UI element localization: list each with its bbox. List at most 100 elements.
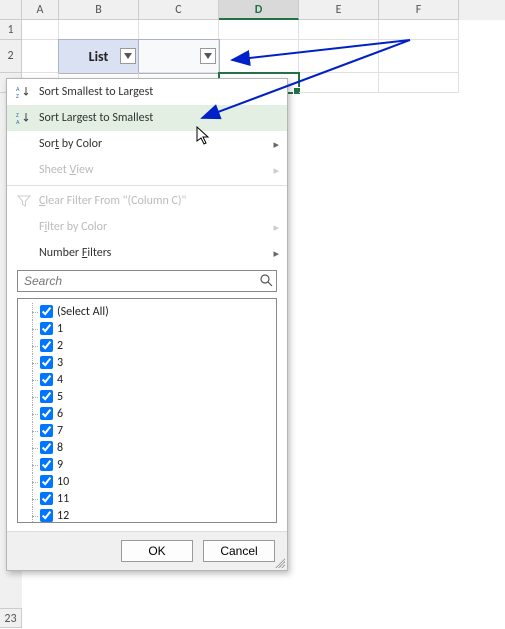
select-all-corner[interactable] (0, 0, 22, 20)
ok-button[interactable]: OK (121, 540, 193, 562)
filter-item[interactable]: 11 (24, 490, 270, 507)
filter-checkbox[interactable] (40, 322, 53, 335)
filter-item[interactable]: 4 (24, 371, 270, 388)
filter-checkbox[interactable] (40, 356, 53, 369)
search-icon (259, 273, 273, 291)
cell[interactable] (22, 40, 59, 73)
sort-ascending-label: Sort Smallest to Largest (39, 85, 279, 99)
sort-ascending[interactable]: AZ Sort Smallest to Largest (7, 79, 287, 105)
cell[interactable] (219, 40, 299, 73)
filter-search-input[interactable] (17, 270, 277, 292)
column-header[interactable]: D (219, 0, 299, 20)
sort-by-color[interactable]: Sort by Color ▸ (7, 131, 287, 157)
filter-item-label: 4 (57, 373, 63, 387)
filter-item-label: 10 (57, 475, 69, 489)
sheet-view: Sheet View ▸ (7, 157, 287, 183)
column-headers: ABCDEF (0, 0, 505, 20)
cell[interactable]: List (59, 40, 139, 73)
filter-item[interactable]: 10 (24, 473, 270, 490)
filter-by-color: Filter by Color ▸ (7, 214, 287, 240)
list-header-label: List (89, 48, 109, 65)
row-header[interactable]: 1 (0, 20, 22, 40)
cell[interactable] (22, 20, 59, 40)
cell[interactable] (379, 73, 459, 93)
column-header[interactable]: B (59, 0, 139, 20)
resize-grip[interactable] (275, 558, 285, 568)
filter-checkbox[interactable] (40, 492, 53, 505)
filter-checkbox[interactable] (40, 339, 53, 352)
filter-item[interactable]: 3 (24, 354, 270, 371)
filter-dropdown-button[interactable] (200, 48, 216, 64)
filter-item[interactable]: 6 (24, 405, 270, 422)
filter-item[interactable]: 8 (24, 439, 270, 456)
sort-descending[interactable]: ZA Sort Largest to Smallest (7, 105, 287, 131)
filter-item-label: 9 (57, 458, 63, 472)
filter-search (17, 270, 277, 292)
filter-checkbox[interactable] (40, 424, 53, 437)
column-header[interactable]: C (139, 0, 219, 20)
column-header[interactable]: E (299, 0, 379, 20)
filter-checkbox[interactable] (40, 407, 53, 420)
sort-asc-icon: AZ (13, 84, 35, 100)
cell[interactable] (139, 40, 219, 73)
filter-item[interactable]: 2 (24, 337, 270, 354)
filter-item-select-all[interactable]: (Select All) (24, 303, 270, 320)
filter-checkbox[interactable] (40, 475, 53, 488)
filter-item-label: 5 (57, 390, 63, 404)
filter-item-label: 8 (57, 441, 63, 455)
cell[interactable] (379, 40, 459, 73)
column-header[interactable]: A (22, 0, 59, 20)
menu-separator (7, 185, 287, 186)
filter-checkbox[interactable] (40, 390, 53, 403)
cell[interactable] (299, 40, 379, 73)
filter-checkbox[interactable] (40, 458, 53, 471)
cell[interactable] (299, 20, 379, 40)
cell[interactable] (299, 73, 379, 93)
submenu-arrow-icon: ▸ (269, 138, 279, 151)
filter-item-label: (Select All) (57, 305, 109, 319)
filter-item-label: 3 (57, 356, 63, 370)
clear-filter-icon (13, 193, 35, 209)
filter-item[interactable]: 9 (24, 456, 270, 473)
clear-filter-label: Clear Filter From "(Column C)" (39, 194, 279, 208)
cell[interactable] (139, 20, 219, 40)
filter-item[interactable]: 5 (24, 388, 270, 405)
number-filters-label: Number Filters (39, 246, 269, 260)
filter-item-label: 11 (57, 492, 69, 506)
submenu-arrow-icon: ▸ (269, 247, 279, 260)
svg-text:A: A (16, 118, 20, 126)
filter-dropdown-button[interactable] (120, 48, 136, 64)
sort-desc-icon: ZA (13, 110, 35, 126)
filter-checkbox[interactable] (40, 373, 53, 386)
filter-checkbox[interactable] (40, 305, 53, 318)
filter-checkbox[interactable] (40, 441, 53, 454)
filter-checkbox[interactable] (40, 509, 53, 522)
filter-by-color-label: Filter by Color (39, 220, 269, 234)
dialog-buttons: OK Cancel (7, 531, 287, 570)
filter-item-label: 6 (57, 407, 63, 421)
row-header[interactable]: 2 (0, 40, 22, 73)
row-header[interactable]: 23 (0, 608, 22, 628)
number-filters[interactable]: Number Filters ▸ (7, 240, 287, 266)
cell[interactable] (59, 20, 139, 40)
cancel-button[interactable]: Cancel (203, 540, 275, 562)
filter-values-list[interactable]: (Select All) 123456789101112 (17, 298, 277, 523)
sort-descending-label: Sort Largest to Smallest (39, 111, 279, 125)
filter-item[interactable]: 1 (24, 320, 270, 337)
filter-item-label: 2 (57, 339, 63, 353)
submenu-arrow-icon: ▸ (269, 164, 279, 177)
filter-item[interactable]: 7 (24, 422, 270, 439)
cell[interactable] (379, 20, 459, 40)
sheet-view-label: Sheet View (39, 163, 269, 177)
column-header[interactable]: F (379, 0, 459, 20)
clear-filter: Clear Filter From "(Column C)" (7, 188, 287, 214)
sort-by-color-label: Sort by Color (39, 137, 269, 151)
filter-item-label: 1 (57, 322, 63, 336)
filter-item[interactable]: 12 (24, 507, 270, 523)
filter-item-label: 12 (57, 509, 69, 523)
filter-dropdown: AZ Sort Smallest to Largest ZA Sort Larg… (6, 78, 288, 571)
filter-item-label: 7 (57, 424, 63, 438)
submenu-arrow-icon: ▸ (269, 221, 279, 234)
svg-text:Z: Z (16, 92, 19, 100)
cell[interactable] (219, 20, 299, 40)
